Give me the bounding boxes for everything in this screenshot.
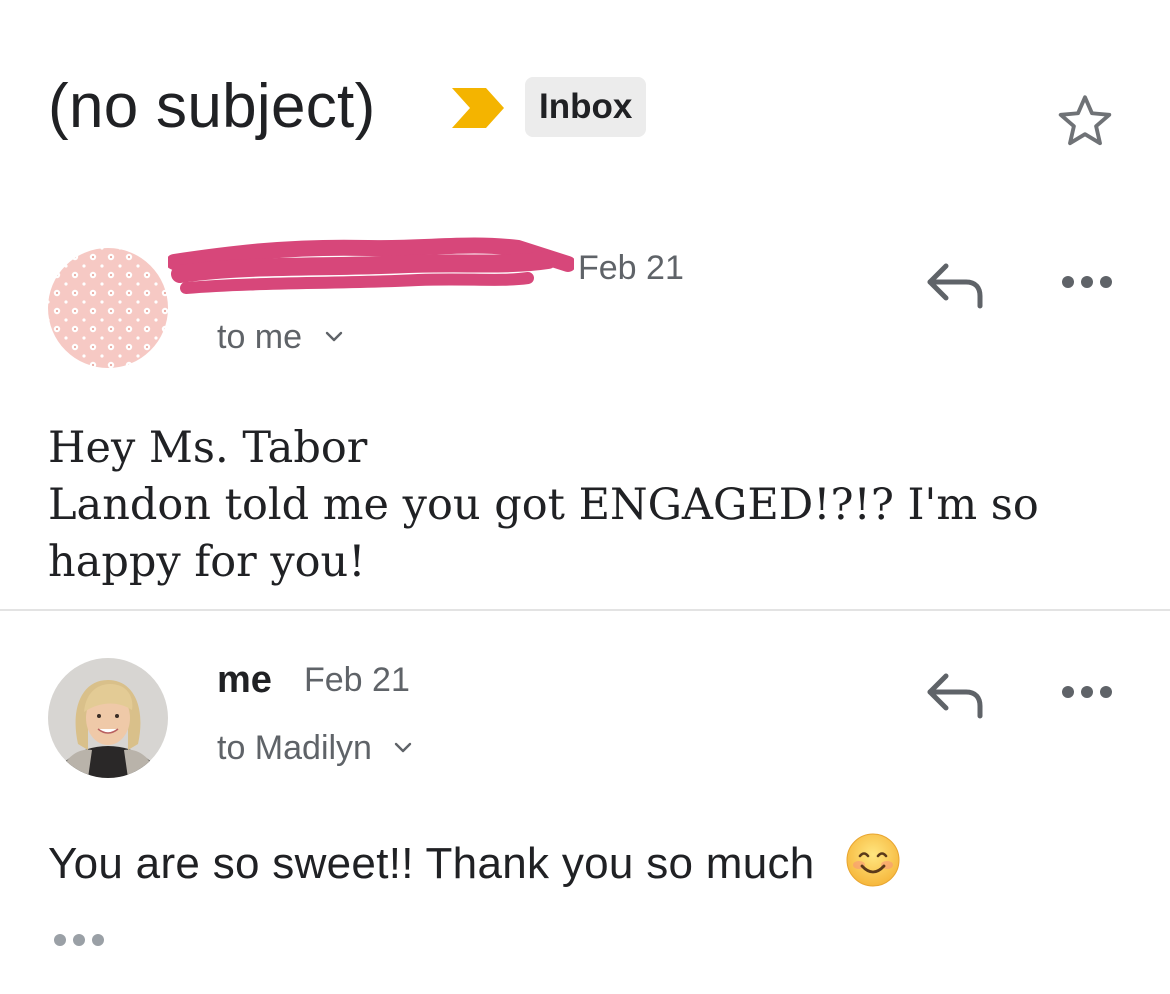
message-body-line: Landon told me you got ENGAGED!?!? I'm s… — [48, 480, 1039, 587]
sender-avatar[interactable] — [48, 248, 168, 368]
chevron-down-icon — [395, 742, 412, 753]
message-body-line: Hey Ms. Tabor — [48, 423, 368, 473]
profile-photo-avatar-icon — [48, 658, 168, 778]
importance-marker-icon[interactable] — [452, 86, 504, 130]
star-outline-icon[interactable] — [1054, 90, 1116, 152]
message-date: Feb 21 — [304, 661, 410, 699]
floral-pattern-avatar-icon — [48, 248, 168, 368]
reply-icon[interactable] — [924, 670, 986, 720]
message-divider — [0, 609, 1170, 611]
recipient-label: to me — [217, 318, 303, 356]
recipient-label: to Madilyn — [217, 729, 372, 767]
inbox-label-chip[interactable]: Inbox — [525, 77, 647, 137]
redacted-sender-name — [168, 237, 574, 294]
sender-avatar[interactable] — [48, 658, 168, 778]
message-body: You are so sweet!! Thank you so much — [48, 832, 901, 892]
show-trimmed-content-icon[interactable] — [52, 930, 106, 950]
message-body: Hey Ms. Tabor Landon told me you got ENG… — [48, 420, 1108, 591]
chevron-down-icon — [325, 331, 342, 342]
reply-icon[interactable] — [924, 260, 986, 310]
more-options-icon[interactable] — [1060, 682, 1114, 702]
message-body-text: You are so sweet!! Thank you so much — [48, 839, 815, 888]
email-subject: (no subject) — [48, 72, 376, 141]
recipient-details-toggle[interactable]: to Madilyn — [217, 728, 413, 768]
sender-name: me — [217, 659, 272, 701]
message-date: Feb 21 — [578, 249, 684, 287]
smiling-face-icon — [846, 833, 900, 887]
recipient-details-toggle[interactable]: to me — [217, 317, 344, 357]
more-options-icon[interactable] — [1060, 272, 1114, 292]
